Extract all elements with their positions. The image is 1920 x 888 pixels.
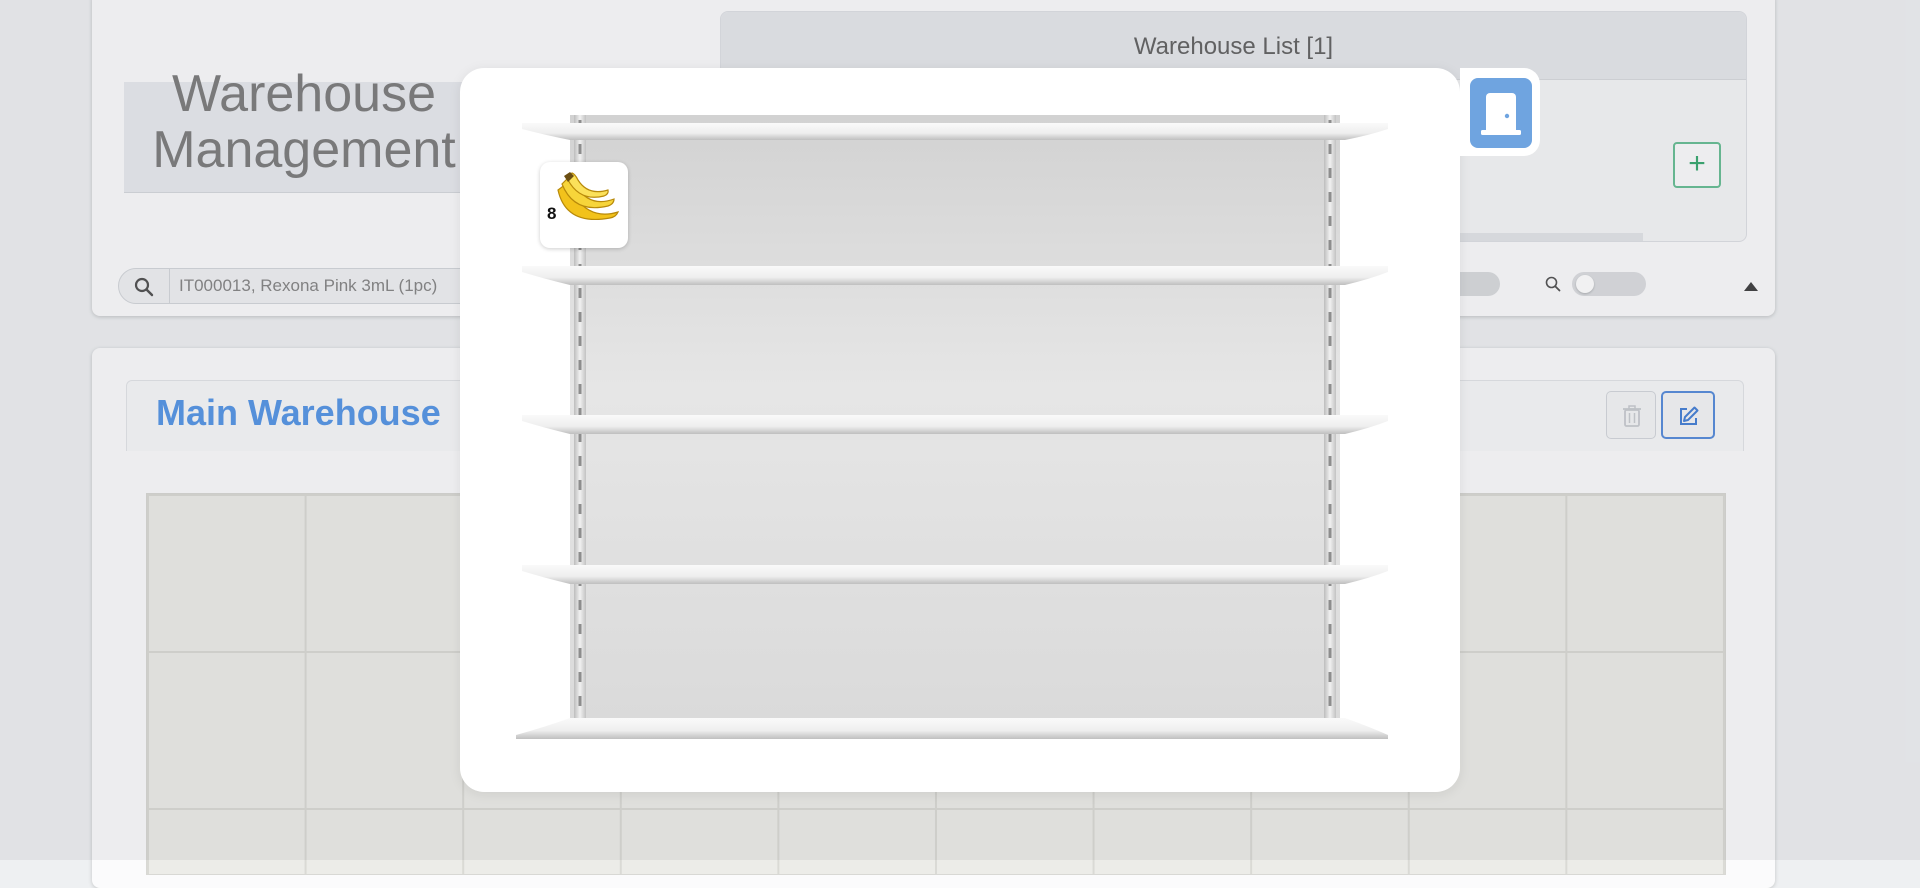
door-icon (1481, 93, 1521, 135)
banana-icon (557, 172, 620, 220)
shelf-item-tile[interactable]: 8 (540, 162, 628, 248)
shelf-unit (516, 115, 1388, 739)
close-shelf-button[interactable] (1470, 78, 1532, 148)
item-quantity-badge: 8 (547, 204, 557, 223)
